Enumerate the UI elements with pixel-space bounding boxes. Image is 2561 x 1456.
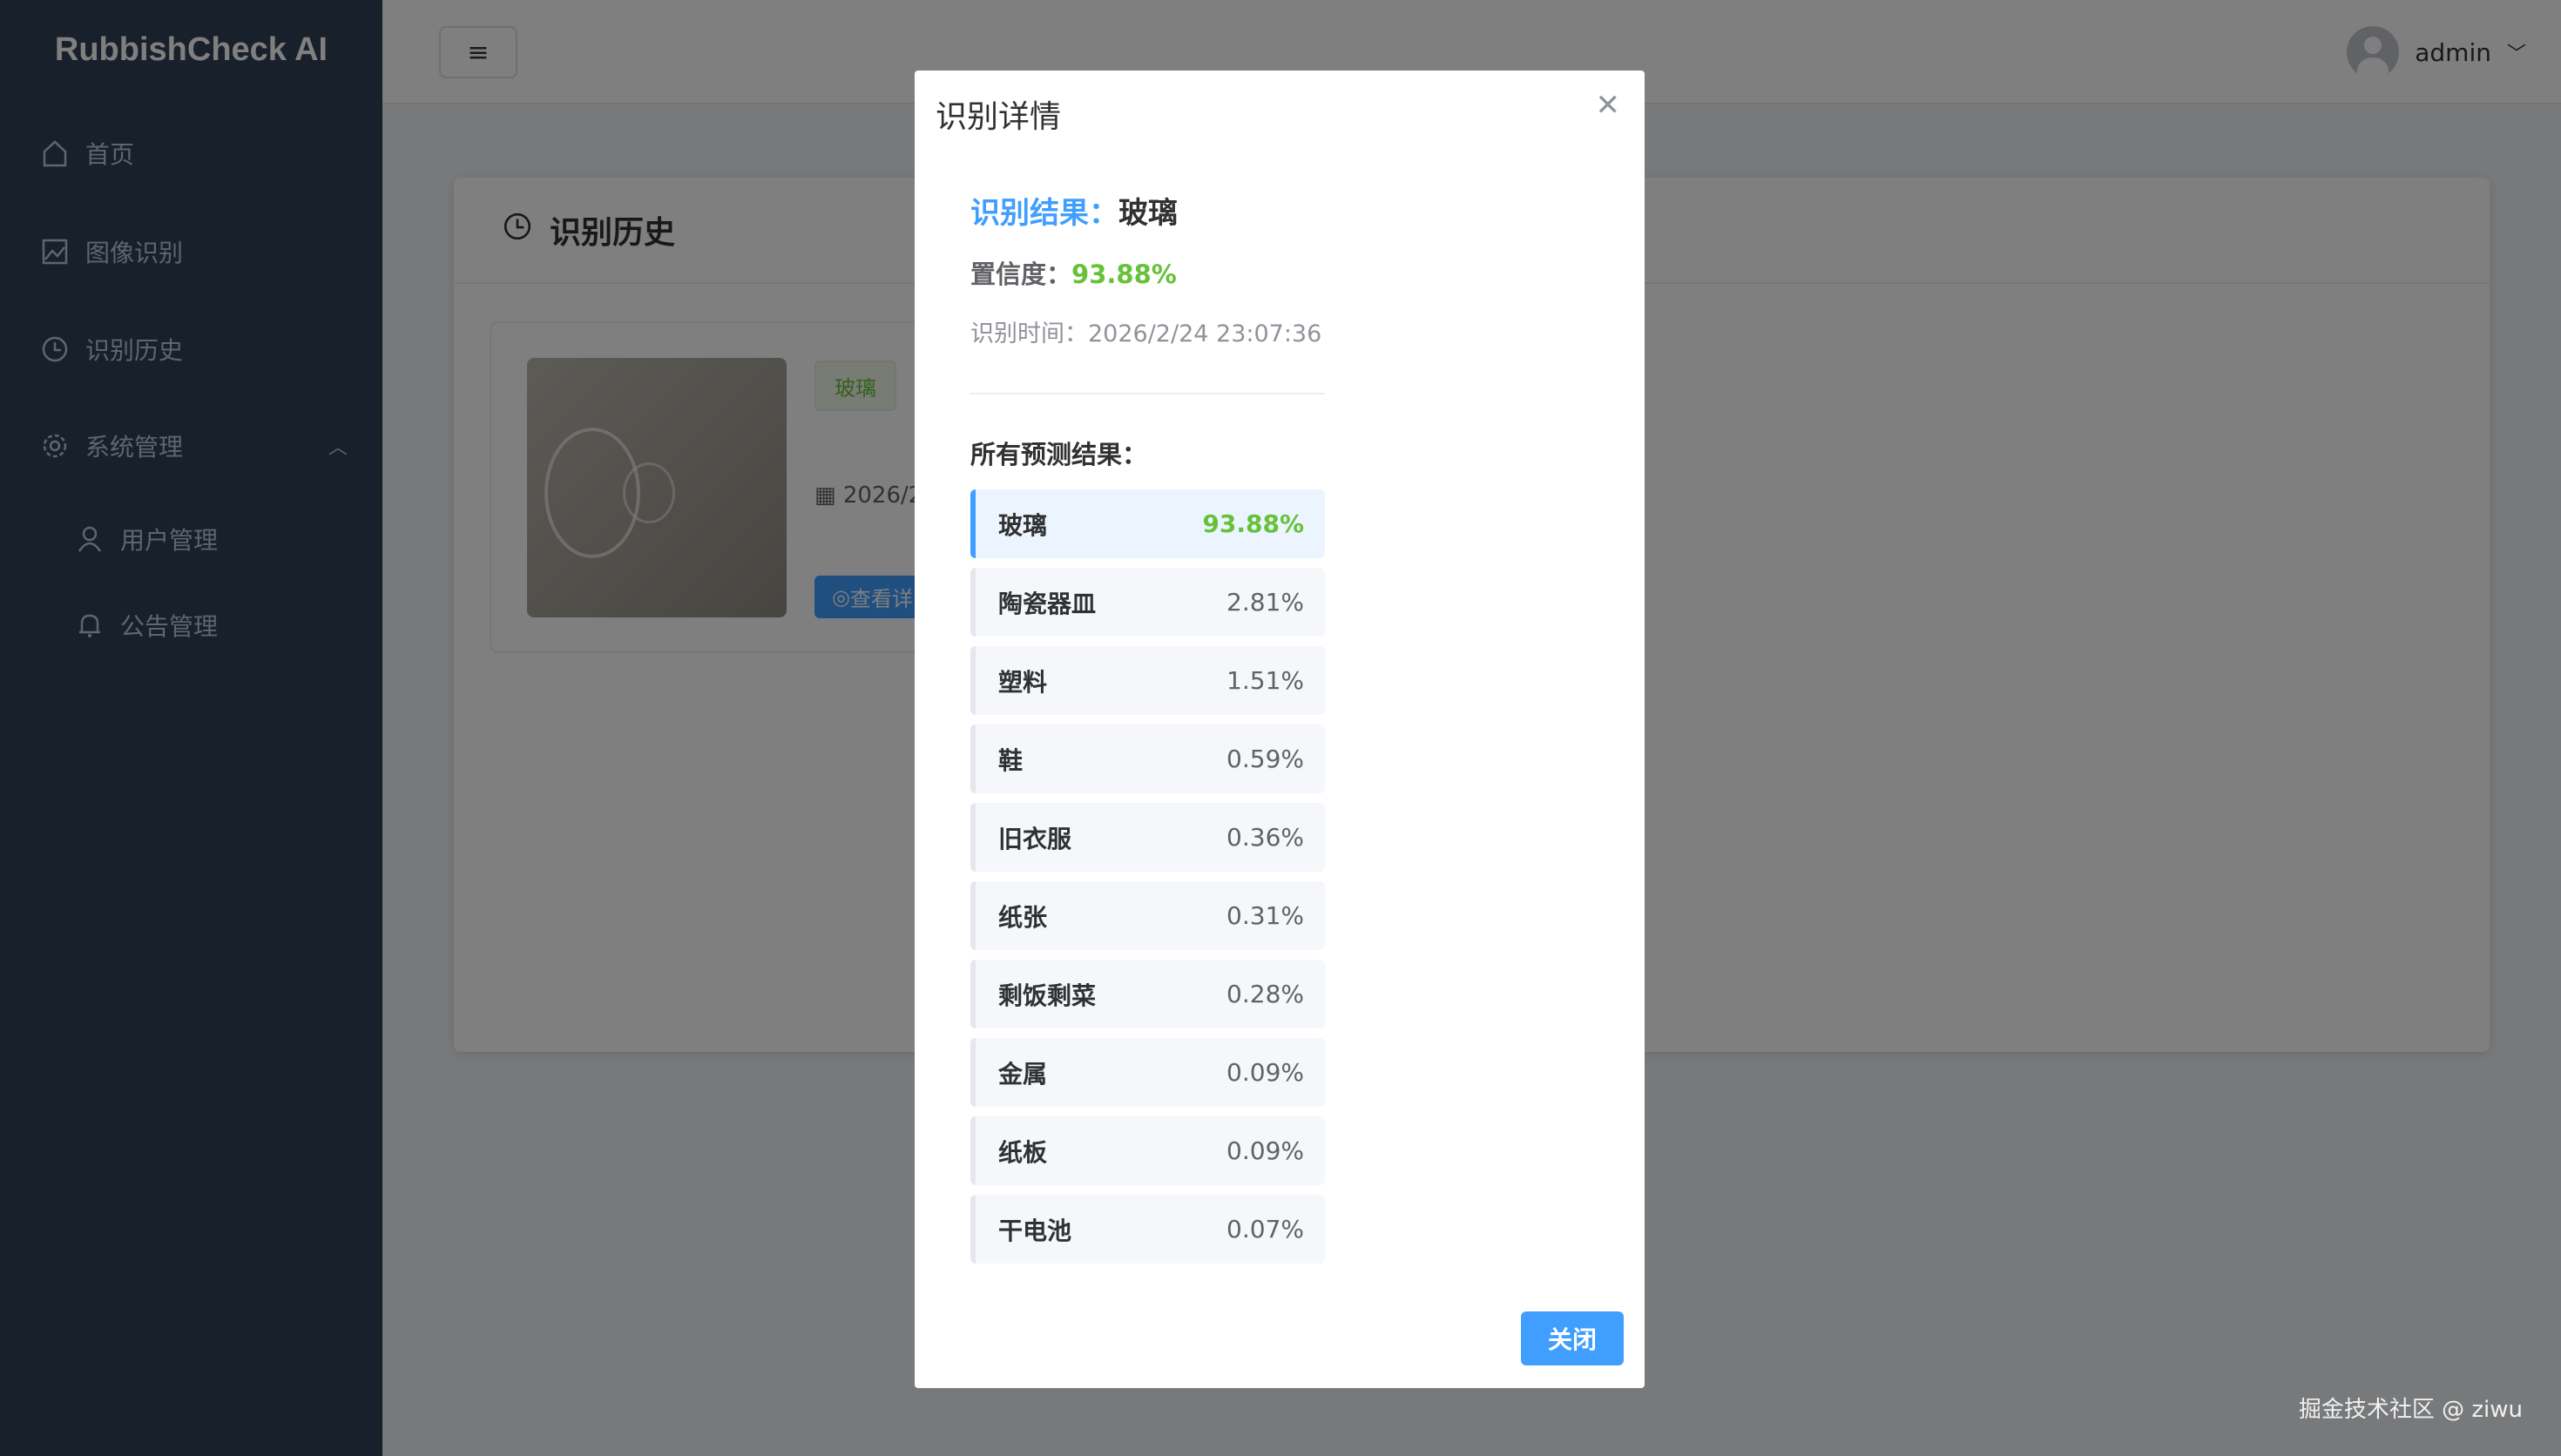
prediction-percent: 1.51% [1226, 666, 1304, 695]
dialog-title: 识别详情 [936, 99, 1062, 135]
prediction-percent: 0.28% [1226, 980, 1304, 1008]
prediction-name: 旧衣服 [998, 824, 1072, 853]
close-icon[interactable]: ✕ [1596, 88, 1621, 123]
prediction-percent: 0.59% [1226, 745, 1304, 773]
prediction-row: 金属 0.09% [970, 1038, 1325, 1107]
prediction-percent: 0.31% [1226, 901, 1304, 930]
prediction-name: 塑料 [998, 667, 1048, 697]
prediction-name: 纸板 [998, 1137, 1048, 1167]
confidence-value: 93.88% [1071, 260, 1177, 289]
prediction-row: 纸板 0.09% [970, 1116, 1325, 1185]
prediction-row: 玻璃 93.88% [970, 489, 1325, 558]
prediction-percent: 0.07% [1226, 1215, 1304, 1244]
close-button[interactable]: 关闭 [1521, 1311, 1624, 1365]
prediction-name: 剩饭剩菜 [998, 981, 1097, 1010]
prediction-row: 陶瓷器皿 2.81% [970, 568, 1325, 637]
prediction-percent: 0.09% [1226, 1136, 1304, 1165]
prediction-row: 塑料 1.51% [970, 646, 1325, 715]
prediction-row: 旧衣服 0.36% [970, 803, 1325, 872]
prediction-percent: 93.88% [1202, 509, 1304, 538]
all-predictions-heading: 所有预测结果： [970, 440, 1148, 469]
prediction-percent: 0.36% [1226, 823, 1304, 852]
prediction-row: 纸张 0.31% [970, 881, 1325, 950]
prediction-name: 鞋 [998, 745, 1024, 775]
prediction-row: 剩饭剩菜 0.28% [970, 960, 1325, 1028]
divider [970, 393, 1325, 394]
prediction-name: 玻璃 [998, 510, 1048, 540]
time-value: 2026/2/24 23:07:36 [1088, 320, 1322, 347]
prediction-name: 纸张 [998, 902, 1048, 932]
confidence-line: 置信度：93.88% [970, 260, 1177, 289]
prediction-row: 干电池 0.07% [970, 1195, 1325, 1264]
result-line: 识别结果：玻璃 [970, 196, 1178, 231]
prediction-row: 鞋 0.59% [970, 725, 1325, 793]
watermark: 掘金技术社区 @ ziwu [2298, 1397, 2523, 1423]
detail-dialog: 识别详情 ✕ 识别结果：玻璃 置信度：93.88% 识别时间：2026/2/24… [915, 71, 1645, 1388]
result-value: 玻璃 [1118, 196, 1178, 231]
prediction-name: 陶瓷器皿 [998, 589, 1097, 618]
prediction-name: 金属 [998, 1059, 1048, 1089]
prediction-percent: 0.09% [1226, 1058, 1304, 1087]
prediction-name: 干电池 [998, 1216, 1072, 1245]
predictions-list: 玻璃 93.88% 陶瓷器皿 2.81% 塑料 1.51% 鞋 0.59% 旧衣服 0.36% 纸张… [970, 489, 1325, 1273]
prediction-percent: 2.81% [1226, 588, 1304, 617]
time-line: 识别时间：2026/2/24 23:07:36 [970, 320, 1322, 347]
